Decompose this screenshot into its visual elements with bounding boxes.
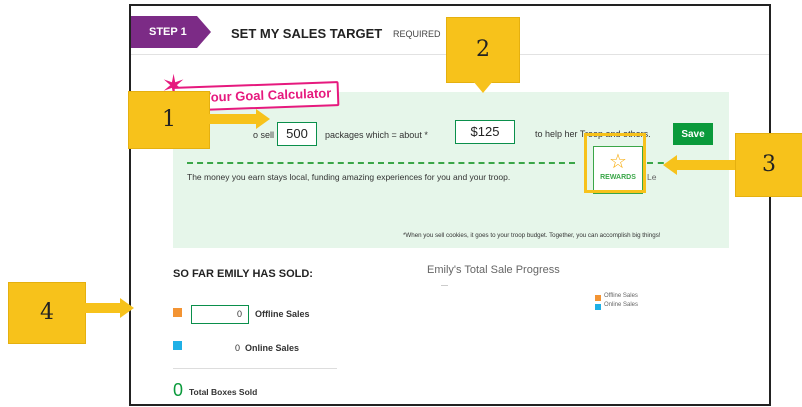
- total-boxes-label: Total Boxes Sold: [189, 387, 258, 397]
- callout-4: 4: [8, 282, 86, 344]
- legend-offline-swatch: [595, 295, 601, 301]
- callout-1: 1: [128, 91, 210, 149]
- legend-online-swatch: [595, 304, 601, 310]
- callout-4-arrow: [84, 303, 120, 313]
- sold-title: SO FAR EMILY HAS SOLD:: [173, 268, 313, 280]
- decorative-squiggle: [187, 162, 575, 168]
- callout-3-arrow-head-icon: [663, 155, 677, 175]
- save-button[interactable]: Save: [673, 123, 713, 145]
- callout-1-arrow: [208, 114, 256, 124]
- divider: [173, 368, 337, 369]
- legend-online-label: Online Sales: [604, 302, 639, 308]
- side-text: Le: [647, 172, 657, 182]
- required-label: REQUIRED: [393, 29, 441, 39]
- callout-2: 2: [446, 17, 520, 83]
- footnote: *When you sell cookies, it goes to your …: [403, 232, 661, 239]
- callout-4-arrow-head-icon: [120, 298, 134, 318]
- chart-title: Emily's Total Sale Progress: [427, 264, 560, 276]
- step-title: SET MY SALES TARGET: [231, 26, 383, 41]
- chart-placeholder-text: —: [441, 282, 448, 289]
- step-arrow-icon: [197, 16, 211, 48]
- callout-2-arrow-head-icon: [473, 81, 493, 93]
- offline-sales-input[interactable]: 0: [191, 305, 249, 324]
- online-sales-value: 0: [235, 343, 241, 353]
- callout-1-arrow-head-icon: [256, 109, 270, 129]
- total-boxes-value: 0: [173, 380, 184, 400]
- step-badge: STEP 1: [131, 16, 197, 48]
- callout-3-arrow: [677, 160, 735, 170]
- packages-input[interactable]: 500: [277, 122, 317, 146]
- online-sales-label: Online Sales: [245, 343, 300, 353]
- amount-field[interactable]: $125: [455, 120, 515, 144]
- offline-color-swatch: [173, 308, 182, 317]
- packages-text: packages which = about *: [325, 130, 428, 140]
- offline-sales-label: Offline Sales: [255, 309, 310, 319]
- rewards-highlight: [584, 133, 646, 193]
- callout-3: 3: [735, 133, 802, 197]
- online-color-swatch: [173, 341, 182, 350]
- sell-prefix-text: o sell: [253, 130, 275, 140]
- money-stays-local-text: The money you earn stays local, funding …: [187, 172, 511, 182]
- legend-offline-label: Offline Sales: [604, 293, 638, 299]
